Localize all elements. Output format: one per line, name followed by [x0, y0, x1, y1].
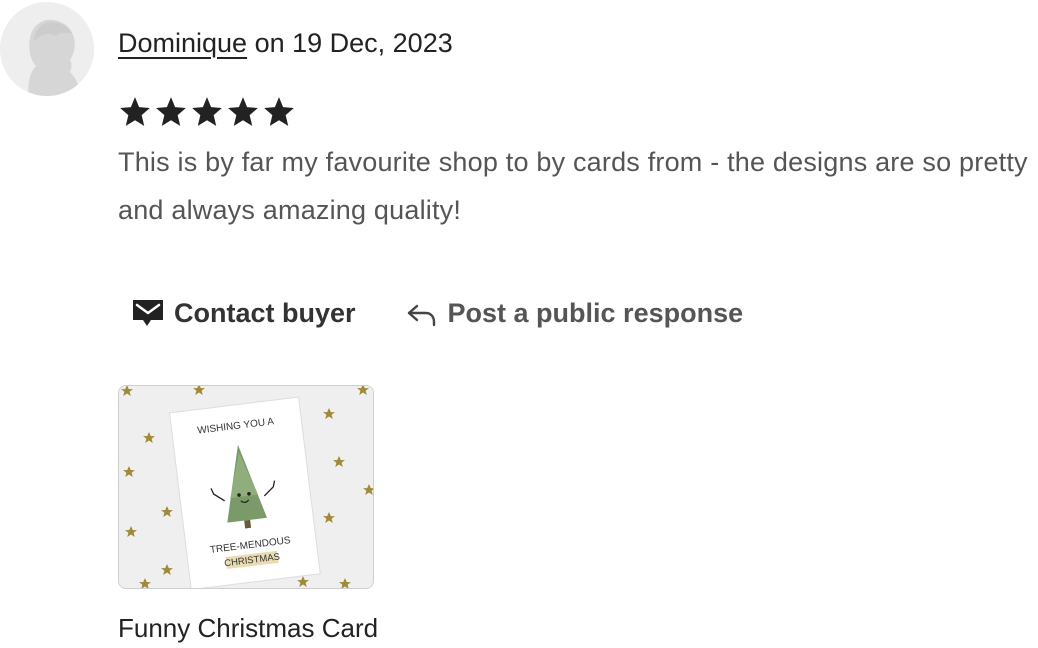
- star-icon: [120, 97, 150, 126]
- review-actions: Contact buyer Post a public response: [118, 293, 743, 333]
- contact-buyer-button[interactable]: Contact buyer: [132, 298, 356, 329]
- post-public-response-label: Post a public response: [447, 297, 744, 328]
- reviewer-avatar[interactable]: [0, 2, 94, 96]
- reviewer-name-link[interactable]: Dominique: [118, 28, 247, 58]
- contact-buyer-label: Contact buyer: [174, 297, 356, 328]
- star-rating: [118, 93, 296, 133]
- review-text: This is by far my favourite shop to by c…: [118, 147, 1028, 225]
- product-image: WISHING YOU A TREE-MENDOUS CHRISTMAS: [119, 386, 373, 588]
- star-icon: [192, 97, 222, 126]
- reply-arrow-icon: [407, 304, 435, 327]
- card-illustration: WISHING YOU A TREE-MENDOUS CHRISTMAS: [168, 396, 321, 588]
- review-meta: Dominique on 19 Dec, 2023: [118, 26, 453, 60]
- product-thumbnail[interactable]: WISHING YOU A TREE-MENDOUS CHRISTMAS: [118, 385, 374, 589]
- post-public-response-button[interactable]: Post a public response: [406, 297, 744, 329]
- avatar-silhouette-icon: [0, 2, 94, 96]
- star-icon: [264, 97, 294, 126]
- star-icon: [156, 97, 186, 126]
- review-date: on 19 Dec, 2023: [247, 28, 453, 58]
- product-title-link[interactable]: Funny Christmas Card: [118, 612, 378, 644]
- mail-icon: [133, 300, 163, 326]
- star-icon: [228, 97, 258, 126]
